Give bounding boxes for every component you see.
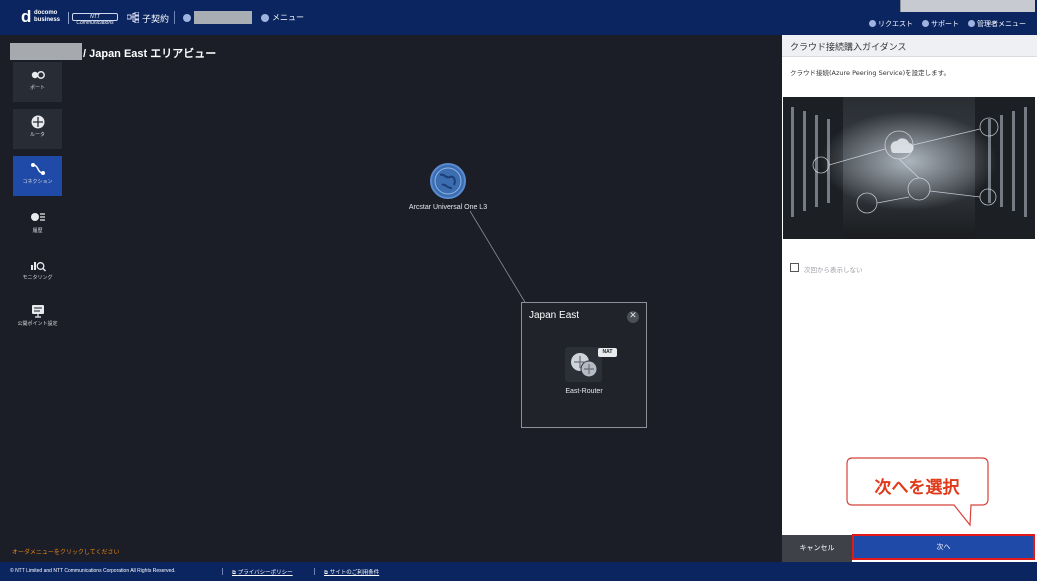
panel-title: クラウド接続購入ガイダンス	[790, 43, 907, 53]
panel-description: クラウド接続(Azure Peering Service)を設定します。	[790, 69, 950, 77]
area-japan-east[interactable]: Japan East ✕ NAT East-Router	[521, 302, 647, 428]
cancel-button[interactable]: キャンセル	[782, 535, 852, 562]
dont-show-again-label: 次回から表示しない	[804, 266, 863, 274]
footer: © NTT Limited and NTT Communications Cor…	[0, 562, 1037, 581]
globe-icon	[434, 167, 462, 195]
footer-divider	[222, 568, 223, 575]
cloud-node-label: Arcstar Universal One L3	[408, 204, 488, 211]
router-icon	[571, 353, 598, 378]
router-node-east[interactable]	[565, 347, 602, 382]
terms-of-use-link[interactable]: ⧉ サイトのご利用条件	[324, 568, 379, 577]
order-menu-hint: オーダメニューをクリックしてください	[12, 549, 120, 556]
panel-header: クラウド接続購入ガイダンス	[782, 35, 1037, 57]
nat-badge: NAT	[598, 348, 617, 357]
footer-divider	[314, 568, 315, 575]
instruction-callout: 次へを選択	[846, 457, 991, 533]
router-label: East-Router	[565, 388, 603, 395]
cloud-node-arcstar[interactable]	[430, 163, 466, 199]
next-button[interactable]: 次へ	[852, 534, 1035, 560]
close-icon[interactable]: ✕	[627, 311, 639, 323]
dont-show-again-checkbox[interactable]	[790, 263, 799, 272]
callout-text: 次へを選択	[874, 478, 960, 498]
area-title: Japan East	[529, 310, 580, 321]
datacenter-cloud-image	[783, 97, 1035, 239]
copyright: © NTT Limited and NTT Communications Cor…	[10, 568, 176, 574]
privacy-policy-link[interactable]: ⧉ プライバシーポリシー	[232, 568, 293, 577]
